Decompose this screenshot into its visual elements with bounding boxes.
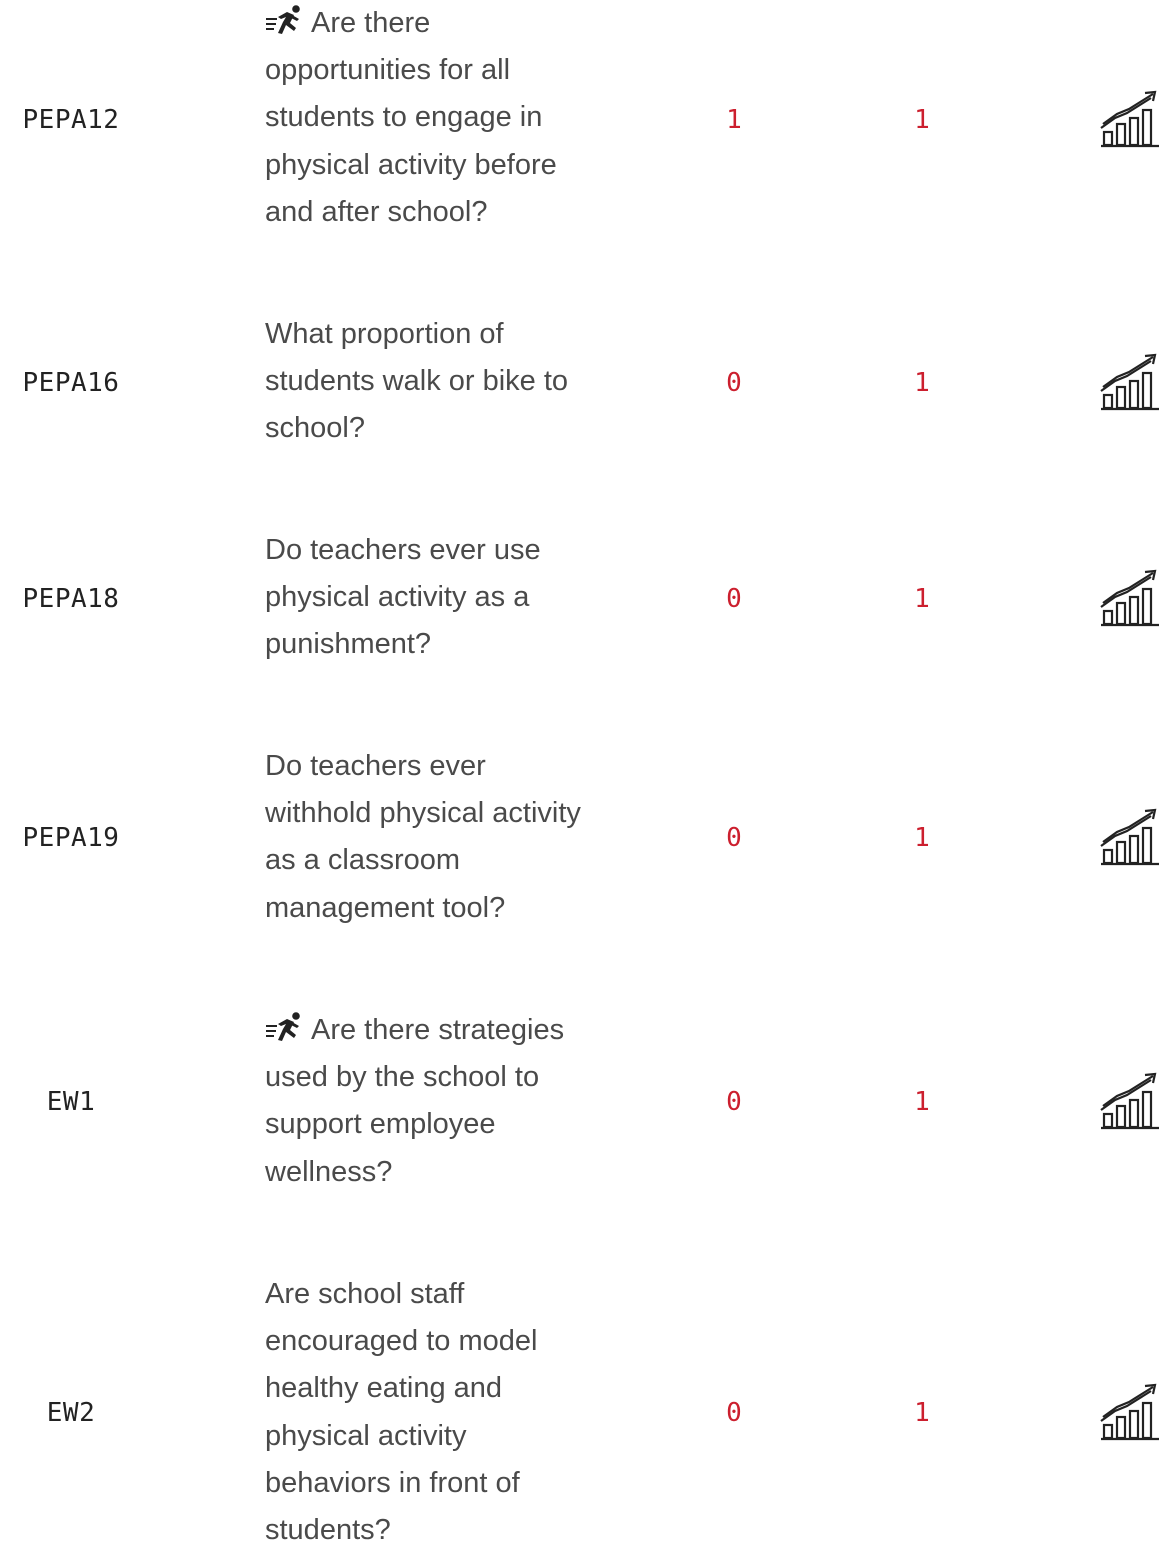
indicator-code: EW1	[46, 1087, 96, 1117]
question-text: Do teachers ever withhold physical activ…	[265, 743, 595, 932]
question-label: Do teachers ever withhold physical activ…	[265, 750, 581, 924]
score-value: 0	[726, 368, 742, 398]
score-target: 1	[914, 368, 930, 398]
trend-chart-icon[interactable]	[1097, 1381, 1161, 1445]
trend-chart-icon[interactable]	[1097, 567, 1161, 631]
indicator-code: PEPA19	[22, 823, 120, 853]
indicator-code: PEPA16	[22, 368, 120, 398]
score-target: 1	[914, 1398, 930, 1428]
question-label: Do teachers ever use physical activity a…	[265, 534, 541, 661]
score-value: 0	[726, 1398, 742, 1428]
question-text: Are there strategies used by the school …	[265, 1007, 595, 1196]
question-text: What proportion of students walk or bike…	[265, 311, 595, 453]
running-person-icon	[265, 4, 305, 36]
score-value: 1	[726, 105, 742, 135]
score-value: 0	[726, 823, 742, 853]
score-target: 1	[914, 1087, 930, 1117]
question-text: Do teachers ever use physical activity a…	[265, 527, 595, 669]
question-label: Are there strategies used by the school …	[265, 1014, 565, 1188]
question-label: Are there opportunities for all students…	[265, 7, 557, 228]
results-table: PEPA12 Are there opportunities for all s…	[0, 0, 1166, 1545]
trend-chart-icon[interactable]	[1097, 88, 1161, 152]
question-text: Are there opportunities for all students…	[265, 0, 595, 236]
score-target: 1	[914, 584, 930, 614]
running-person-icon	[265, 1011, 305, 1043]
indicator-code: EW2	[46, 1398, 96, 1428]
score-value: 0	[726, 584, 742, 614]
score-target: 1	[914, 823, 930, 853]
question-label: What proportion of students walk or bike…	[265, 318, 569, 445]
question-text: Are school staff encouraged to model hea…	[265, 1271, 595, 1545]
trend-chart-icon[interactable]	[1097, 806, 1161, 870]
score-target: 1	[914, 105, 930, 135]
question-label: Are school staff encouraged to model hea…	[265, 1278, 538, 1545]
trend-chart-icon[interactable]	[1097, 351, 1161, 415]
indicator-code: PEPA12	[22, 105, 120, 135]
trend-chart-icon[interactable]	[1097, 1070, 1161, 1134]
indicator-code: PEPA18	[22, 584, 120, 614]
score-value: 0	[726, 1087, 742, 1117]
